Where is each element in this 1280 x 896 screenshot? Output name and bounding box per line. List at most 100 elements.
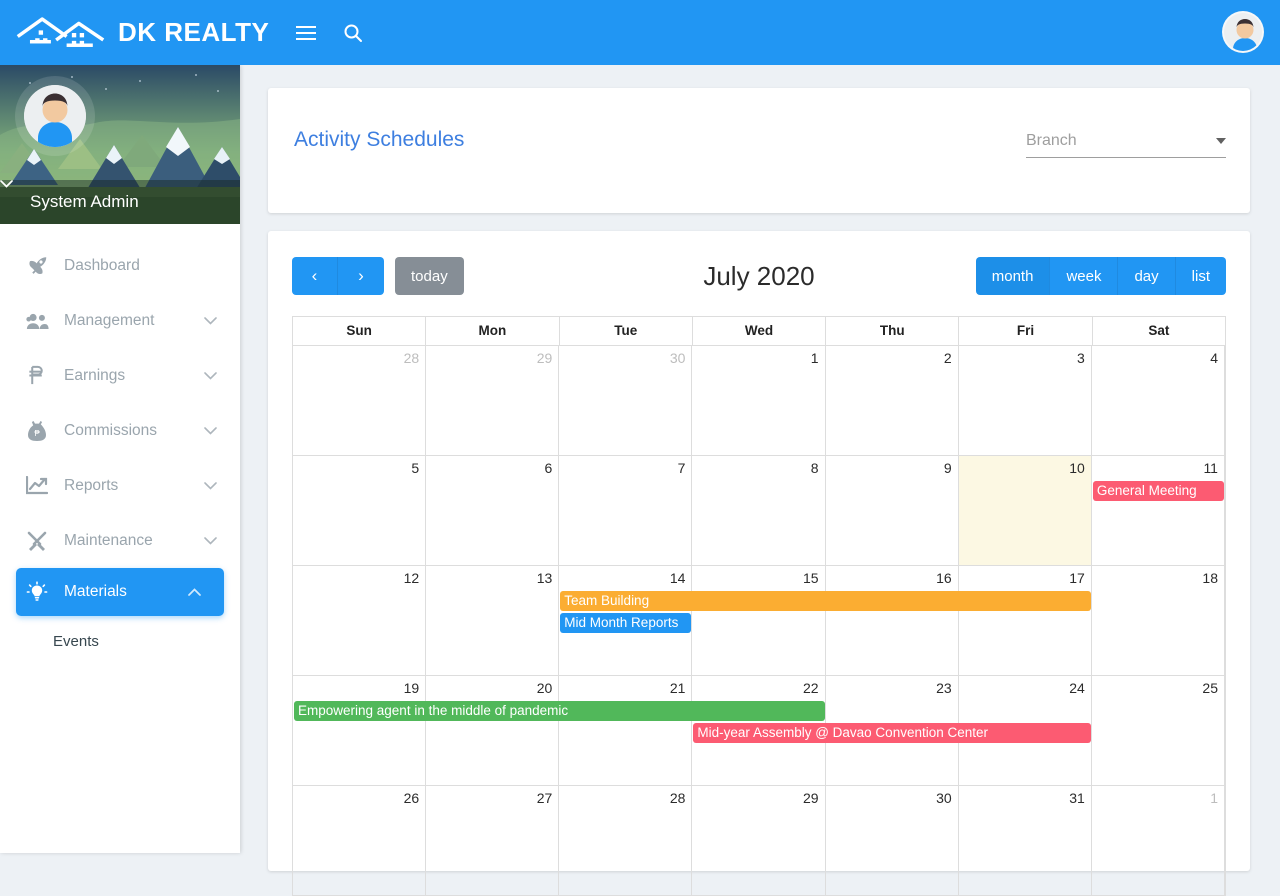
sidebar-item-label: Dashboard [64, 256, 140, 274]
sidebar-item-label: Reports [64, 476, 119, 494]
calendar-day-cell[interactable]: 17 [959, 566, 1092, 675]
calendar-day-headers: Sun Mon Tue Wed Thu Fri Sat [293, 317, 1225, 346]
calendar-day-cell[interactable]: 31 [959, 786, 1092, 895]
profile-avatar[interactable] [24, 85, 86, 147]
sidebar-item-label: Materials [64, 583, 127, 600]
rocket-icon [24, 255, 50, 277]
main-content: Activity Schedules Branch ‹ › today July… [240, 65, 1280, 896]
calendar-day-header: Sun [293, 317, 427, 345]
view-button-week[interactable]: week [1050, 257, 1119, 295]
sidebar-menu: Dashboard Management Earnings ₱ Commissi… [0, 224, 240, 666]
calendar-day-header: Wed [693, 317, 827, 345]
calendar-week-row: 12 13 14 15 16 17 18 Team Building Mid Month Rep… [293, 566, 1225, 676]
calendar-view-switcher: month week day list [975, 257, 1226, 295]
chevron-down-icon [204, 312, 218, 330]
calendar-week-row: 19 20 21 22 23 24 25 Empowering agent in the mi… [293, 676, 1225, 786]
sidebar-item-materials[interactable]: Materials [16, 568, 224, 616]
calendar-toolbar: ‹ › today July 2020 month week day list [292, 253, 1226, 299]
house-roofs-logo [16, 13, 112, 53]
sidebar-item-earnings[interactable]: Earnings [0, 348, 240, 403]
users-icon [24, 310, 50, 332]
chevron-down-icon [204, 367, 218, 385]
view-button-day[interactable]: day [1118, 257, 1176, 295]
calendar-day-cell[interactable]: 13 [426, 566, 560, 675]
calendar-day-cell[interactable]: 29 [426, 346, 560, 455]
calendar-day-cell[interactable]: 25 [1092, 676, 1225, 785]
calendar-day-header: Fri [959, 317, 1093, 345]
prev-month-button[interactable]: ‹ [292, 257, 338, 295]
calendar-day-cell[interactable]: 2 [826, 346, 959, 455]
calendar-day-cell[interactable]: 28 [559, 786, 693, 895]
view-button-month[interactable]: month [975, 257, 1051, 295]
profile-name: System Admin [30, 192, 139, 211]
calendar-day-cell[interactable]: 20 [426, 676, 560, 785]
calendar-card: ‹ › today July 2020 month week day list … [268, 231, 1250, 896]
chevron-down-icon [204, 477, 218, 495]
calendar-day-cell[interactable]: 27 [426, 786, 560, 895]
brand-logo-group[interactable]: DK REALTY [16, 13, 269, 53]
avatar[interactable] [1222, 11, 1264, 53]
calendar-day-cell[interactable]: 12 [293, 566, 427, 675]
calendar-day-cell[interactable]: 30 [559, 346, 693, 455]
sidebar-item-commissions[interactable]: ₱ Commissions [0, 403, 240, 458]
sidebar-subitem-label: Events [53, 632, 99, 650]
profile-name-toggle[interactable]: System Admin [0, 180, 240, 224]
peso-sign-icon [24, 365, 50, 387]
calendar-nav-group: ‹ › [292, 257, 384, 295]
calendar-day-cell[interactable]: 21 [559, 676, 693, 785]
chevron-up-icon [188, 583, 202, 601]
sidebar-item-maintenance[interactable]: Maintenance [0, 513, 240, 568]
search-icon[interactable] [343, 23, 363, 43]
sidebar-item-reports[interactable]: Reports [0, 458, 240, 513]
calendar-day-cell[interactable]: 26 [293, 786, 427, 895]
calendar-day-cell[interactable]: 4 [1092, 346, 1225, 455]
calendar-day-cell-today[interactable]: 10 [958, 456, 1092, 565]
calendar-day-header: Thu [826, 317, 960, 345]
calendar-day-header: Sat [1148, 323, 1170, 338]
view-button-list[interactable]: list [1175, 257, 1226, 295]
page-header-card: Activity Schedules Branch [268, 88, 1250, 213]
lightbulb-icon [24, 581, 50, 603]
calendar-day-cell[interactable]: 6 [426, 456, 560, 565]
brand-name: DK REALTY [118, 17, 270, 47]
calendar-event[interactable]: Mid Month Reports [560, 613, 692, 633]
calendar-event[interactable]: Mid-year Assembly @ Davao Convention Cen… [693, 723, 1091, 743]
calendar-event[interactable]: Team Building [560, 591, 1091, 611]
calendar-day-cell[interactable]: 29 [692, 786, 826, 895]
calendar-weeks: 28 29 30 1 2 3 4 5 6 7 8 9 10 11 General Meeting 12 13 14… [293, 346, 1225, 896]
calendar-day-cell[interactable]: 18 [1092, 566, 1225, 675]
calendar-event[interactable]: Empowering agent in the middle of pandem… [294, 701, 825, 721]
calendar-day-cell[interactable]: 28 [293, 346, 427, 455]
calendar-day-cell[interactable]: 3 [959, 346, 1092, 455]
calendar-week-row: 28 29 30 1 2 3 4 [293, 346, 1225, 456]
sidebar-item-label: Management [64, 311, 155, 329]
calendar-day-cell[interactable]: 19 [293, 676, 427, 785]
calendar-day-cell[interactable]: 30 [826, 786, 959, 895]
next-month-button[interactable]: › [338, 257, 384, 295]
hamburger-menu-icon[interactable] [295, 25, 317, 41]
branch-select[interactable]: Branch [1026, 132, 1226, 158]
sidebar-item-label: Maintenance [64, 531, 153, 549]
tools-icon [24, 530, 50, 552]
sidebar-item-management[interactable]: Management [0, 293, 240, 348]
calendar-day-cell[interactable]: 1 [692, 346, 826, 455]
calendar-day-cell[interactable]: 16 [826, 566, 959, 675]
calendar-day-cell[interactable]: 1 [1092, 786, 1225, 895]
calendar-day-cell[interactable]: 7 [559, 456, 693, 565]
top-navigation-bar: DK REALTY [0, 0, 1280, 65]
sidebar: System Admin Dashboard Management Earnin… [0, 65, 240, 853]
chart-line-icon [24, 475, 50, 497]
profile-header: System Admin [0, 65, 240, 224]
calendar-day-cell[interactable]: 5 [293, 456, 427, 565]
sidebar-subitem-events[interactable]: Events [0, 616, 240, 666]
calendar-day-cell[interactable]: 11 [1092, 456, 1225, 565]
today-button[interactable]: today [395, 257, 464, 295]
calendar-event[interactable]: General Meeting [1092, 481, 1224, 501]
branch-select-label: Branch [1026, 132, 1077, 149]
calendar-day-cell[interactable]: 9 [826, 456, 959, 565]
sidebar-item-dashboard[interactable]: Dashboard [0, 238, 240, 293]
calendar-grid: Sun Mon Tue Wed Thu Fri Sat 28 29 30 1 2 3 4 5 6 7 8 9 10 1… [292, 316, 1226, 896]
calendar-day-cell[interactable]: 15 [692, 566, 826, 675]
money-bag-icon: ₱ [24, 420, 50, 442]
calendar-day-cell[interactable]: 8 [692, 456, 826, 565]
